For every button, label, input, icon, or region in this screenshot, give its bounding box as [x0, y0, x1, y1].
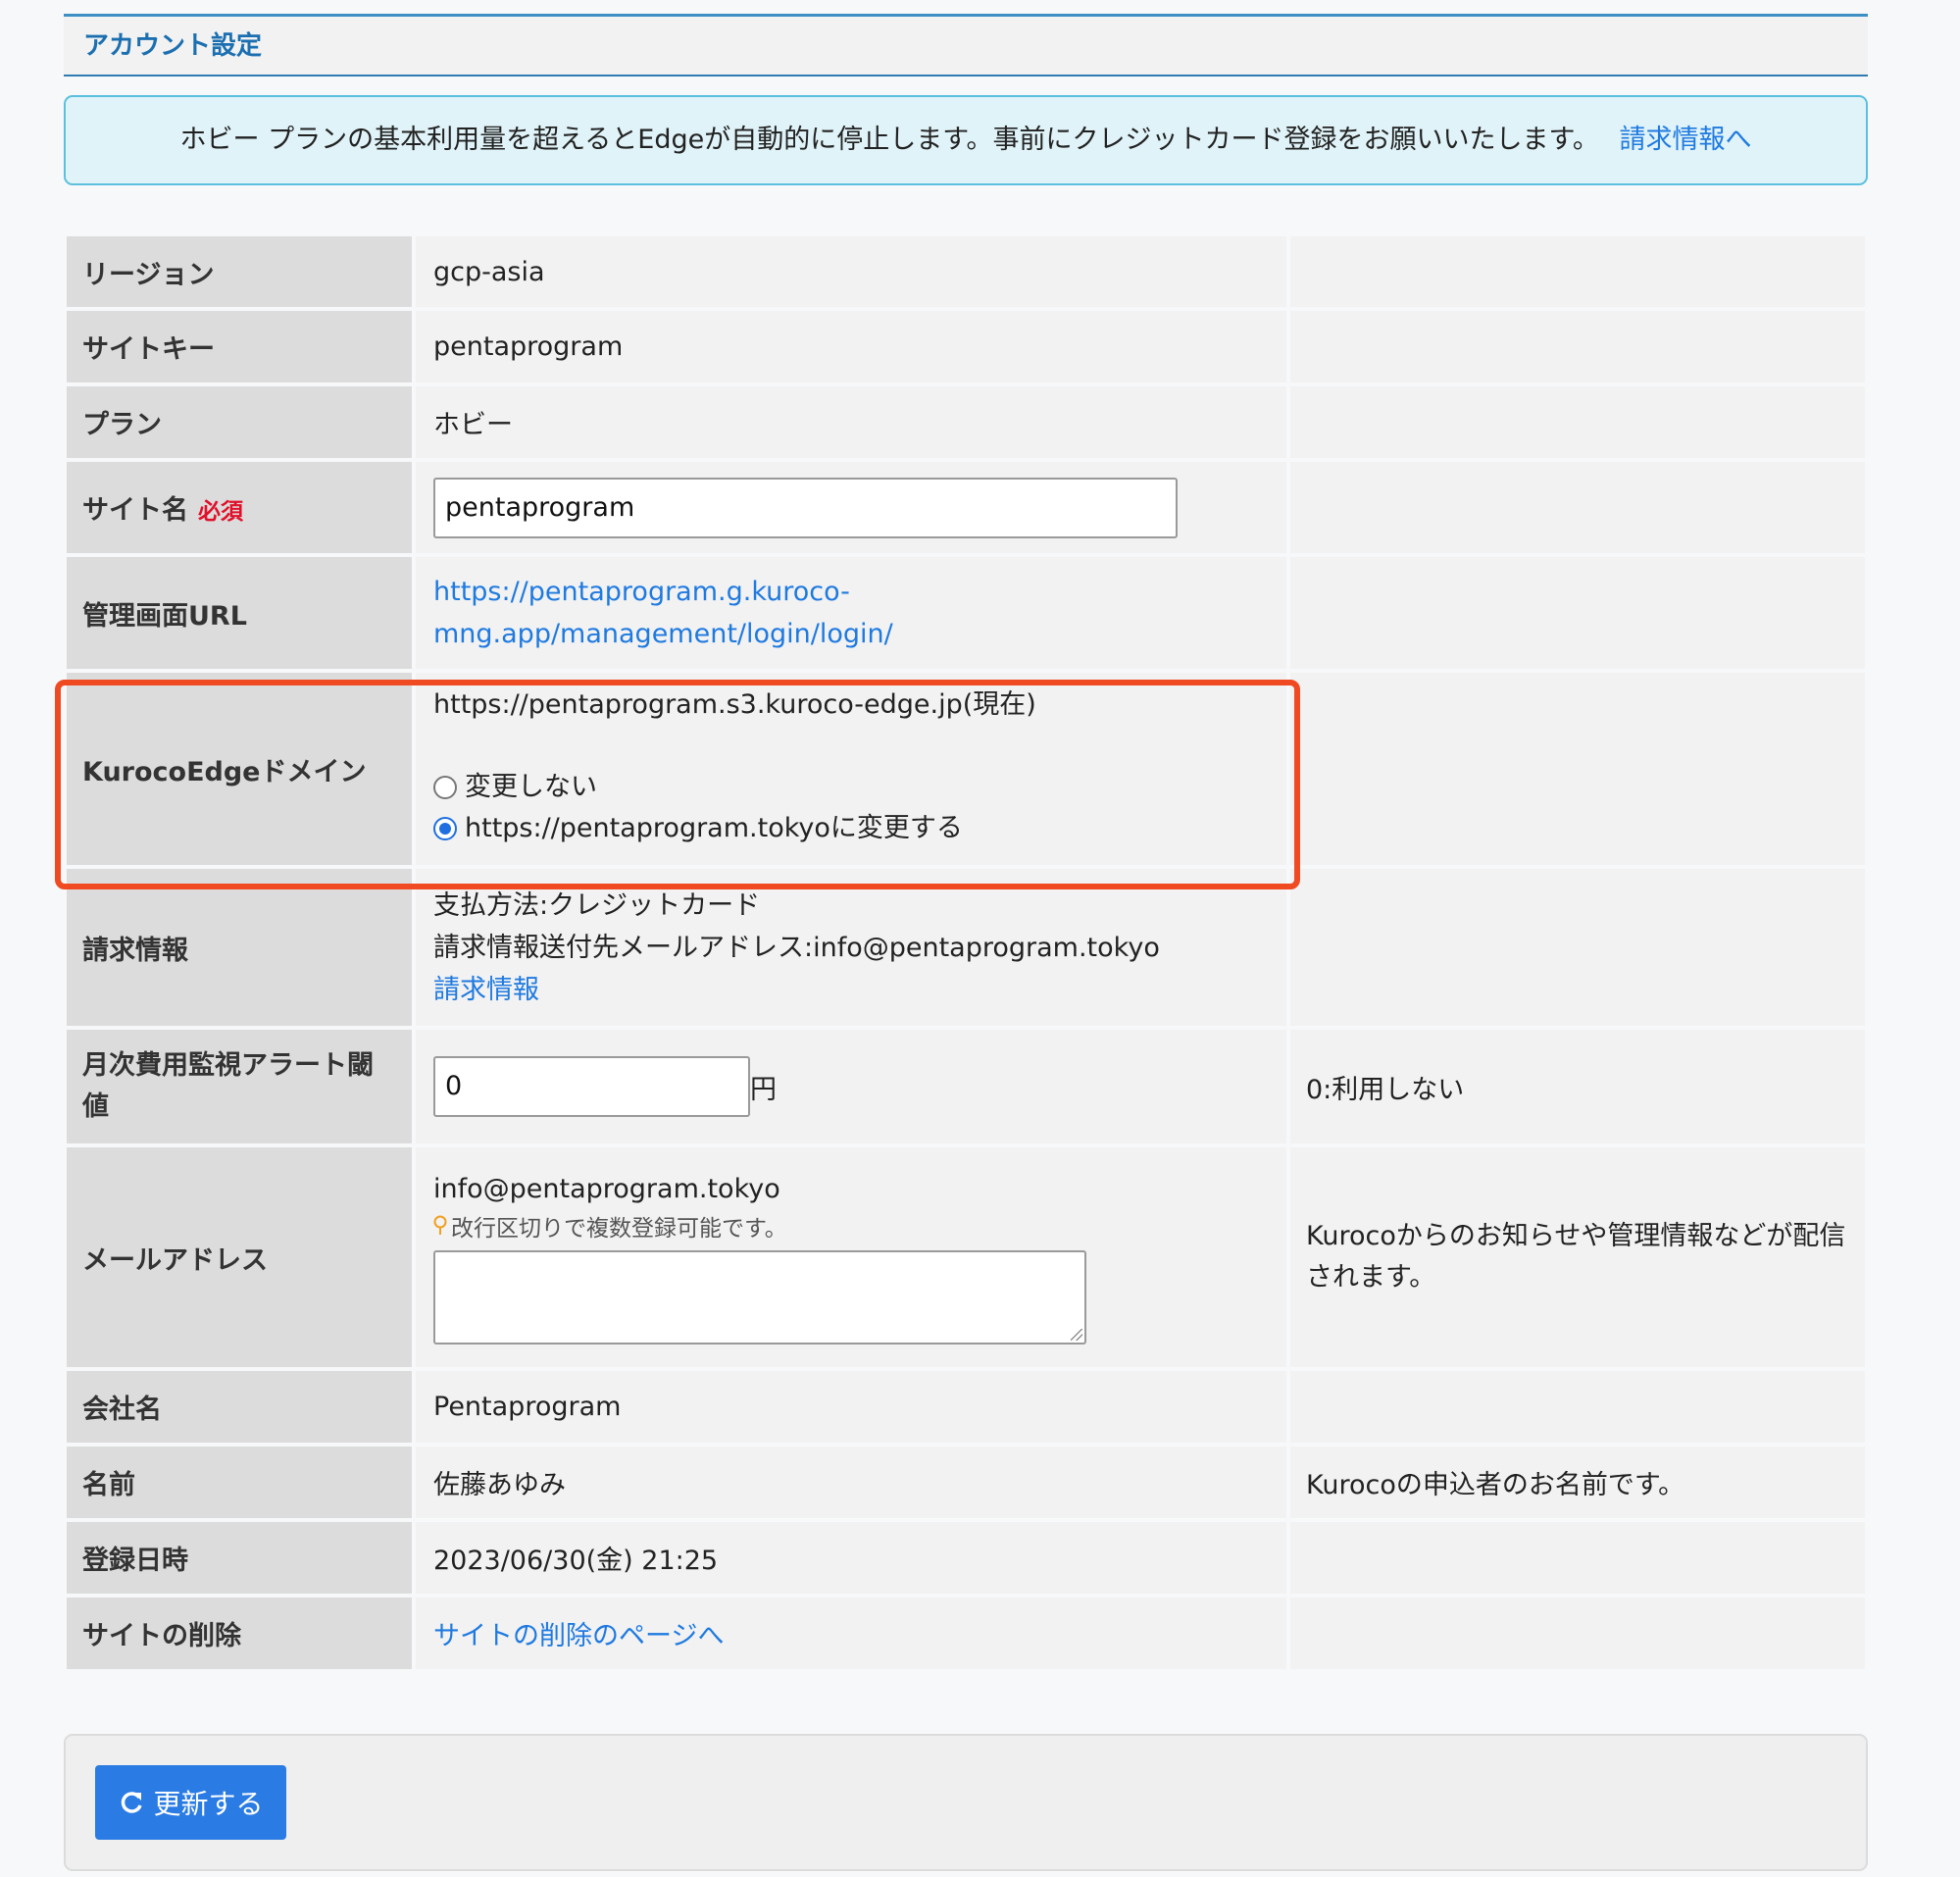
panel-title: アカウント設定 — [64, 14, 1868, 76]
alert-threshold-note: 0:利用しない — [1290, 1030, 1865, 1143]
email-textarea[interactable] — [433, 1250, 1086, 1344]
plan-value: ホビー — [416, 386, 1290, 458]
delete-cell: サイトの削除のページへ — [416, 1598, 1290, 1669]
refresh-icon — [122, 1792, 143, 1813]
company-value: Pentaprogram — [416, 1371, 1290, 1443]
admin-url-link-line1[interactable]: https://pentaprogram.g.kuroco- — [433, 571, 1269, 613]
region-label: リージョン — [67, 236, 416, 307]
radio-change-icon[interactable] — [433, 817, 457, 840]
registered-label: 登録日時 — [67, 1522, 416, 1594]
billing-note — [1290, 869, 1865, 1026]
update-button-label[interactable]: 更新する — [153, 1783, 263, 1822]
row-edge-domain: KurocoEdgeドメイン https://pentaprogram.s3.k… — [67, 673, 1865, 865]
row-site-name: サイト名 必須 pentaprogram — [67, 462, 1865, 553]
row-company: 会社名 Pentaprogram — [67, 1371, 1865, 1443]
radio-change-label[interactable]: https://pentaprogram.tokyoに変更する — [465, 808, 963, 849]
site-name-note — [1290, 462, 1865, 553]
edge-domain-cell: https://pentaprogram.s3.kuroco-edge.jp(現… — [416, 673, 1290, 865]
delete-site-link[interactable]: サイトの削除のページへ — [433, 1621, 724, 1651]
delete-note — [1290, 1598, 1865, 1669]
settings-table: リージョン gcp-asia サイトキー pentaprogram プラン ホビ… — [67, 232, 1865, 1673]
plan-notice: ホビー プランの基本利用量を超えるとEdgeが自動的に停止します。事前にクレジッ… — [64, 95, 1868, 185]
lightbulb-icon — [433, 1215, 447, 1235]
site-name-label: サイト名 — [82, 495, 188, 526]
admin-url-cell: https://pentaprogram.g.kuroco- mng.app/m… — [416, 557, 1290, 669]
radio-keep-icon[interactable] — [433, 776, 457, 799]
form-footer: 更新する — [64, 1734, 1868, 1871]
registered-note — [1290, 1522, 1865, 1594]
alert-threshold-unit: 円 — [750, 1074, 777, 1105]
email-value: info@pentaprogram.tokyo — [433, 1174, 780, 1204]
email-cell: info@pentaprogram.tokyo 改行区切りで複数登録可能です。 — [416, 1147, 1290, 1367]
radio-keep-domain[interactable]: 変更しない — [433, 767, 1269, 808]
edge-domain-note — [1290, 673, 1865, 865]
registered-value: 2023/06/30(金) 21:25 — [416, 1522, 1290, 1594]
row-name: 名前 佐藤あゆみ Kurocoの申込者のお名前です。 — [67, 1446, 1865, 1518]
row-email: メールアドレス info@pentaprogram.tokyo 改行区切りで複数… — [67, 1147, 1865, 1367]
row-delete: サイトの削除 サイトの削除のページへ — [67, 1598, 1865, 1669]
plan-note — [1290, 386, 1865, 458]
email-hint-text: 改行区切りで複数登録可能です。 — [451, 1216, 787, 1242]
delete-label: サイトの削除 — [67, 1598, 416, 1669]
alert-threshold-cell: 0 円 — [416, 1030, 1290, 1143]
billing-cell: 支払方法:クレジットカード 請求情報送付先メールアドレス:info@pentap… — [416, 869, 1290, 1026]
site-name-input[interactable]: pentaprogram — [433, 477, 1178, 538]
billing-method: 支払方法:クレジットカード — [433, 889, 761, 921]
company-label: 会社名 — [67, 1371, 416, 1443]
site-key-label: サイトキー — [67, 311, 416, 382]
notice-text: ホビー プランの基本利用量を超えるとEdgeが自動的に停止します。事前にクレジッ… — [179, 125, 1599, 155]
region-value: gcp-asia — [416, 236, 1290, 307]
company-note — [1290, 1371, 1865, 1443]
row-plan: プラン ホビー — [67, 386, 1865, 458]
admin-url-link-line2[interactable]: mng.app/management/login/login/ — [433, 613, 1269, 655]
billing-info-link[interactable]: 請求情報へ — [1619, 125, 1751, 155]
update-button[interactable]: 更新する — [95, 1765, 286, 1840]
site-name-cell: pentaprogram — [416, 462, 1290, 553]
row-alert-threshold: 月次費用監視アラート閾値 0 円 0:利用しない — [67, 1030, 1865, 1143]
admin-url-note — [1290, 557, 1865, 669]
row-site-key: サイトキー pentaprogram — [67, 311, 1865, 382]
admin-url-label: 管理画面URL — [67, 557, 416, 669]
email-label: メールアドレス — [67, 1147, 416, 1367]
row-region: リージョン gcp-asia — [67, 236, 1865, 307]
name-label: 名前 — [67, 1446, 416, 1518]
name-note: Kurocoの申込者のお名前です。 — [1290, 1446, 1865, 1518]
email-hint: 改行区切りで複数登録可能です。 — [433, 1209, 1269, 1243]
row-billing: 請求情報 支払方法:クレジットカード 請求情報送付先メールアドレス:info@p… — [67, 869, 1865, 1026]
alert-threshold-input[interactable]: 0 — [433, 1056, 750, 1117]
row-admin-url: 管理画面URL https://pentaprogram.g.kuroco- m… — [67, 557, 1865, 669]
region-note — [1290, 236, 1865, 307]
billing-label: 請求情報 — [67, 869, 416, 1026]
resize-grip-icon[interactable] — [1071, 1329, 1082, 1341]
radio-change-domain[interactable]: https://pentaprogram.tokyoに変更する — [433, 808, 1269, 849]
name-value: 佐藤あゆみ — [416, 1446, 1290, 1518]
required-badge: 必須 — [198, 499, 243, 525]
email-note: Kurocoからのお知らせや管理情報などが配信されます。 — [1290, 1147, 1865, 1367]
billing-email: 請求情報送付先メールアドレス:info@pentaprogram.tokyo — [433, 932, 1160, 963]
site-key-note — [1290, 311, 1865, 382]
radio-keep-label[interactable]: 変更しない — [465, 767, 597, 808]
row-registered: 登録日時 2023/06/30(金) 21:25 — [67, 1522, 1865, 1594]
alert-threshold-label: 月次費用監視アラート閾値 — [67, 1030, 416, 1143]
edge-domain-label: KurocoEdgeドメイン — [67, 673, 416, 865]
edge-domain-current: https://pentaprogram.s3.kuroco-edge.jp(現… — [433, 689, 1036, 720]
site-name-label-cell: サイト名 必須 — [67, 462, 416, 553]
site-key-value: pentaprogram — [416, 311, 1290, 382]
billing-link[interactable]: 請求情報 — [433, 969, 1269, 1011]
plan-label: プラン — [67, 386, 416, 458]
